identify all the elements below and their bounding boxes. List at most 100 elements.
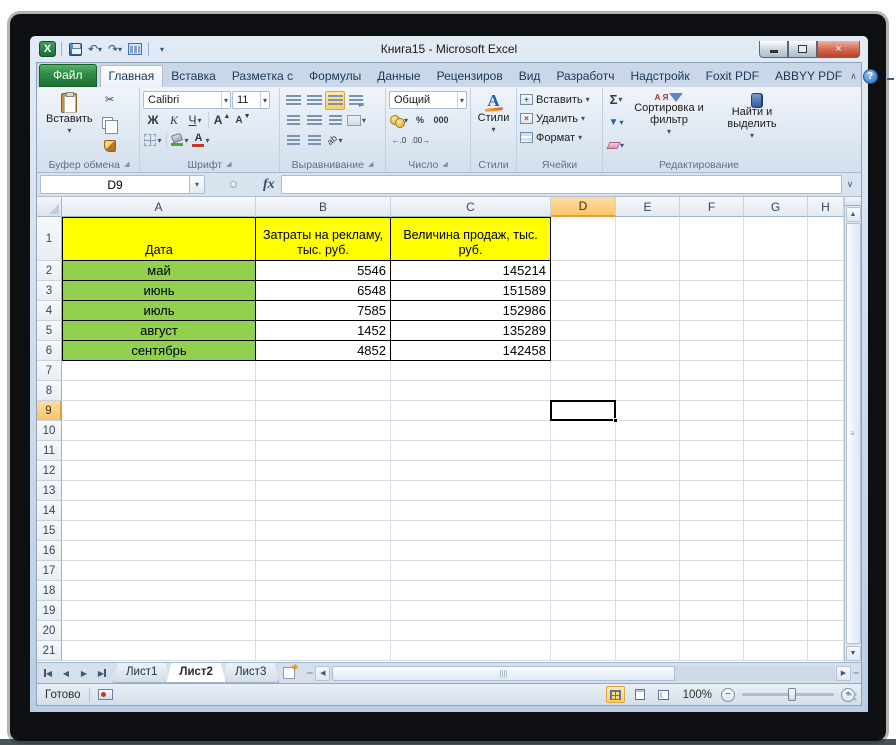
prev-sheet-button[interactable]: ◀: [58, 665, 74, 681]
cell-D17[interactable]: [551, 561, 616, 581]
cell-G10[interactable]: [744, 421, 808, 441]
cell-F12[interactable]: [680, 461, 744, 481]
cell-C1[interactable]: Величина продаж, тыс. руб.: [391, 217, 551, 261]
cell-A11[interactable]: [62, 441, 256, 461]
cell-B10[interactable]: [256, 421, 391, 441]
underline-button[interactable]: Ч▾: [185, 111, 205, 130]
cell-D21[interactable]: [551, 641, 616, 661]
scrollbar-splitter-handle[interactable]: [853, 672, 859, 674]
ribbon-tab-1[interactable]: Главная: [100, 65, 164, 87]
cell-A7[interactable]: [62, 361, 256, 381]
row-header-4[interactable]: 4: [37, 301, 62, 321]
cell-B7[interactable]: [256, 361, 391, 381]
horizontal-scroll-track[interactable]: ||||: [331, 666, 835, 681]
cell-H11[interactable]: [808, 441, 844, 461]
cell-H12[interactable]: [808, 461, 844, 481]
cell-H7[interactable]: [808, 361, 844, 381]
zoom-slider-thumb[interactable]: [788, 688, 796, 701]
cut-button[interactable]: ✂: [100, 90, 120, 109]
column-header-A[interactable]: A: [62, 197, 256, 217]
last-sheet-button[interactable]: ▶: [94, 665, 110, 681]
align-right-button[interactable]: [325, 111, 345, 130]
row-header-2[interactable]: 2: [37, 261, 62, 281]
cell-E12[interactable]: [616, 461, 680, 481]
cell-G18[interactable]: [744, 581, 808, 601]
column-header-D[interactable]: D: [551, 197, 616, 217]
next-sheet-button[interactable]: ▶: [76, 665, 92, 681]
cell-H8[interactable]: [808, 381, 844, 401]
wrap-text-button[interactable]: [346, 91, 366, 110]
clear-button[interactable]: ▾: [606, 136, 626, 155]
cell-E17[interactable]: [616, 561, 680, 581]
cell-A1[interactable]: Дата: [62, 217, 256, 261]
cell-H9[interactable]: [808, 401, 844, 421]
find-select-button[interactable]: Найти и выделить ▾: [712, 90, 792, 157]
cell-G17[interactable]: [744, 561, 808, 581]
number-format-select[interactable]: Общий▾: [389, 91, 467, 109]
undo-button[interactable]: ↶▾: [87, 41, 103, 57]
cell-E19[interactable]: [616, 601, 680, 621]
cell-H1[interactable]: [808, 217, 844, 261]
row-header-3[interactable]: 3: [37, 281, 62, 301]
cell-B18[interactable]: [256, 581, 391, 601]
cell-H6[interactable]: [808, 341, 844, 361]
row-header-15[interactable]: 15: [37, 521, 62, 541]
cell-H14[interactable]: [808, 501, 844, 521]
ribbon-tab-8[interactable]: Разработч: [548, 66, 622, 87]
cell-A16[interactable]: [62, 541, 256, 561]
cell-E2[interactable]: [616, 261, 680, 281]
orientation-button[interactable]: ab▾: [325, 131, 345, 150]
grow-font-button[interactable]: А▲: [212, 111, 232, 130]
increase-decimal-button[interactable]: ←.0: [389, 131, 409, 150]
cell-G11[interactable]: [744, 441, 808, 461]
zoom-slider-track[interactable]: [742, 693, 834, 696]
cell-F19[interactable]: [680, 601, 744, 621]
row-header-20[interactable]: 20: [37, 621, 62, 641]
cell-E1[interactable]: [616, 217, 680, 261]
scroll-down-button[interactable]: ▼: [846, 646, 861, 661]
cell-G7[interactable]: [744, 361, 808, 381]
cell-F9[interactable]: [680, 401, 744, 421]
cell-A21[interactable]: [62, 641, 256, 661]
row-header-11[interactable]: 11: [37, 441, 62, 461]
cell-C5[interactable]: 135289: [391, 321, 551, 341]
cell-B2[interactable]: 5546: [256, 261, 391, 281]
cell-C18[interactable]: [391, 581, 551, 601]
workbook-minimize-button[interactable]: [884, 71, 896, 83]
dialog-launcher-icon[interactable]: ◢: [442, 161, 447, 168]
minimize-button[interactable]: [759, 41, 788, 58]
cell-F17[interactable]: [680, 561, 744, 581]
percent-style-button[interactable]: %: [410, 111, 430, 130]
comma-style-button[interactable]: 000: [431, 111, 451, 130]
cell-G3[interactable]: [744, 281, 808, 301]
cell-A8[interactable]: [62, 381, 256, 401]
cell-D4[interactable]: [551, 301, 616, 321]
cell-B6[interactable]: 4852: [256, 341, 391, 361]
cell-B17[interactable]: [256, 561, 391, 581]
row-header-17[interactable]: 17: [37, 561, 62, 581]
sort-filter-button[interactable]: А Я Сортировка и фильтр ▾: [629, 90, 709, 157]
cell-C10[interactable]: [391, 421, 551, 441]
insert-cells-button[interactable]: Вставить▾: [520, 90, 599, 109]
cell-D8[interactable]: [551, 381, 616, 401]
cell-F11[interactable]: [680, 441, 744, 461]
cell-E5[interactable]: [616, 321, 680, 341]
row-header-6[interactable]: 6: [37, 341, 62, 361]
cell-E9[interactable]: [616, 401, 680, 421]
split-handle[interactable]: [845, 197, 861, 206]
align-left-button[interactable]: [283, 111, 303, 130]
fill-handle[interactable]: [613, 418, 618, 423]
fill-color-button[interactable]: ▾: [170, 131, 190, 150]
cell-B21[interactable]: [256, 641, 391, 661]
cell-F21[interactable]: [680, 641, 744, 661]
format-cells-button[interactable]: Формат▾: [520, 128, 599, 147]
cell-H17[interactable]: [808, 561, 844, 581]
ribbon-tab-9[interactable]: Надстройк: [622, 66, 697, 87]
cell-C14[interactable]: [391, 501, 551, 521]
scroll-right-button[interactable]: ▶: [836, 666, 851, 681]
row-header-1[interactable]: 1: [37, 217, 62, 261]
cell-C12[interactable]: [391, 461, 551, 481]
record-macro-icon[interactable]: [98, 689, 113, 700]
cell-H4[interactable]: [808, 301, 844, 321]
normal-view-button[interactable]: [606, 686, 625, 703]
